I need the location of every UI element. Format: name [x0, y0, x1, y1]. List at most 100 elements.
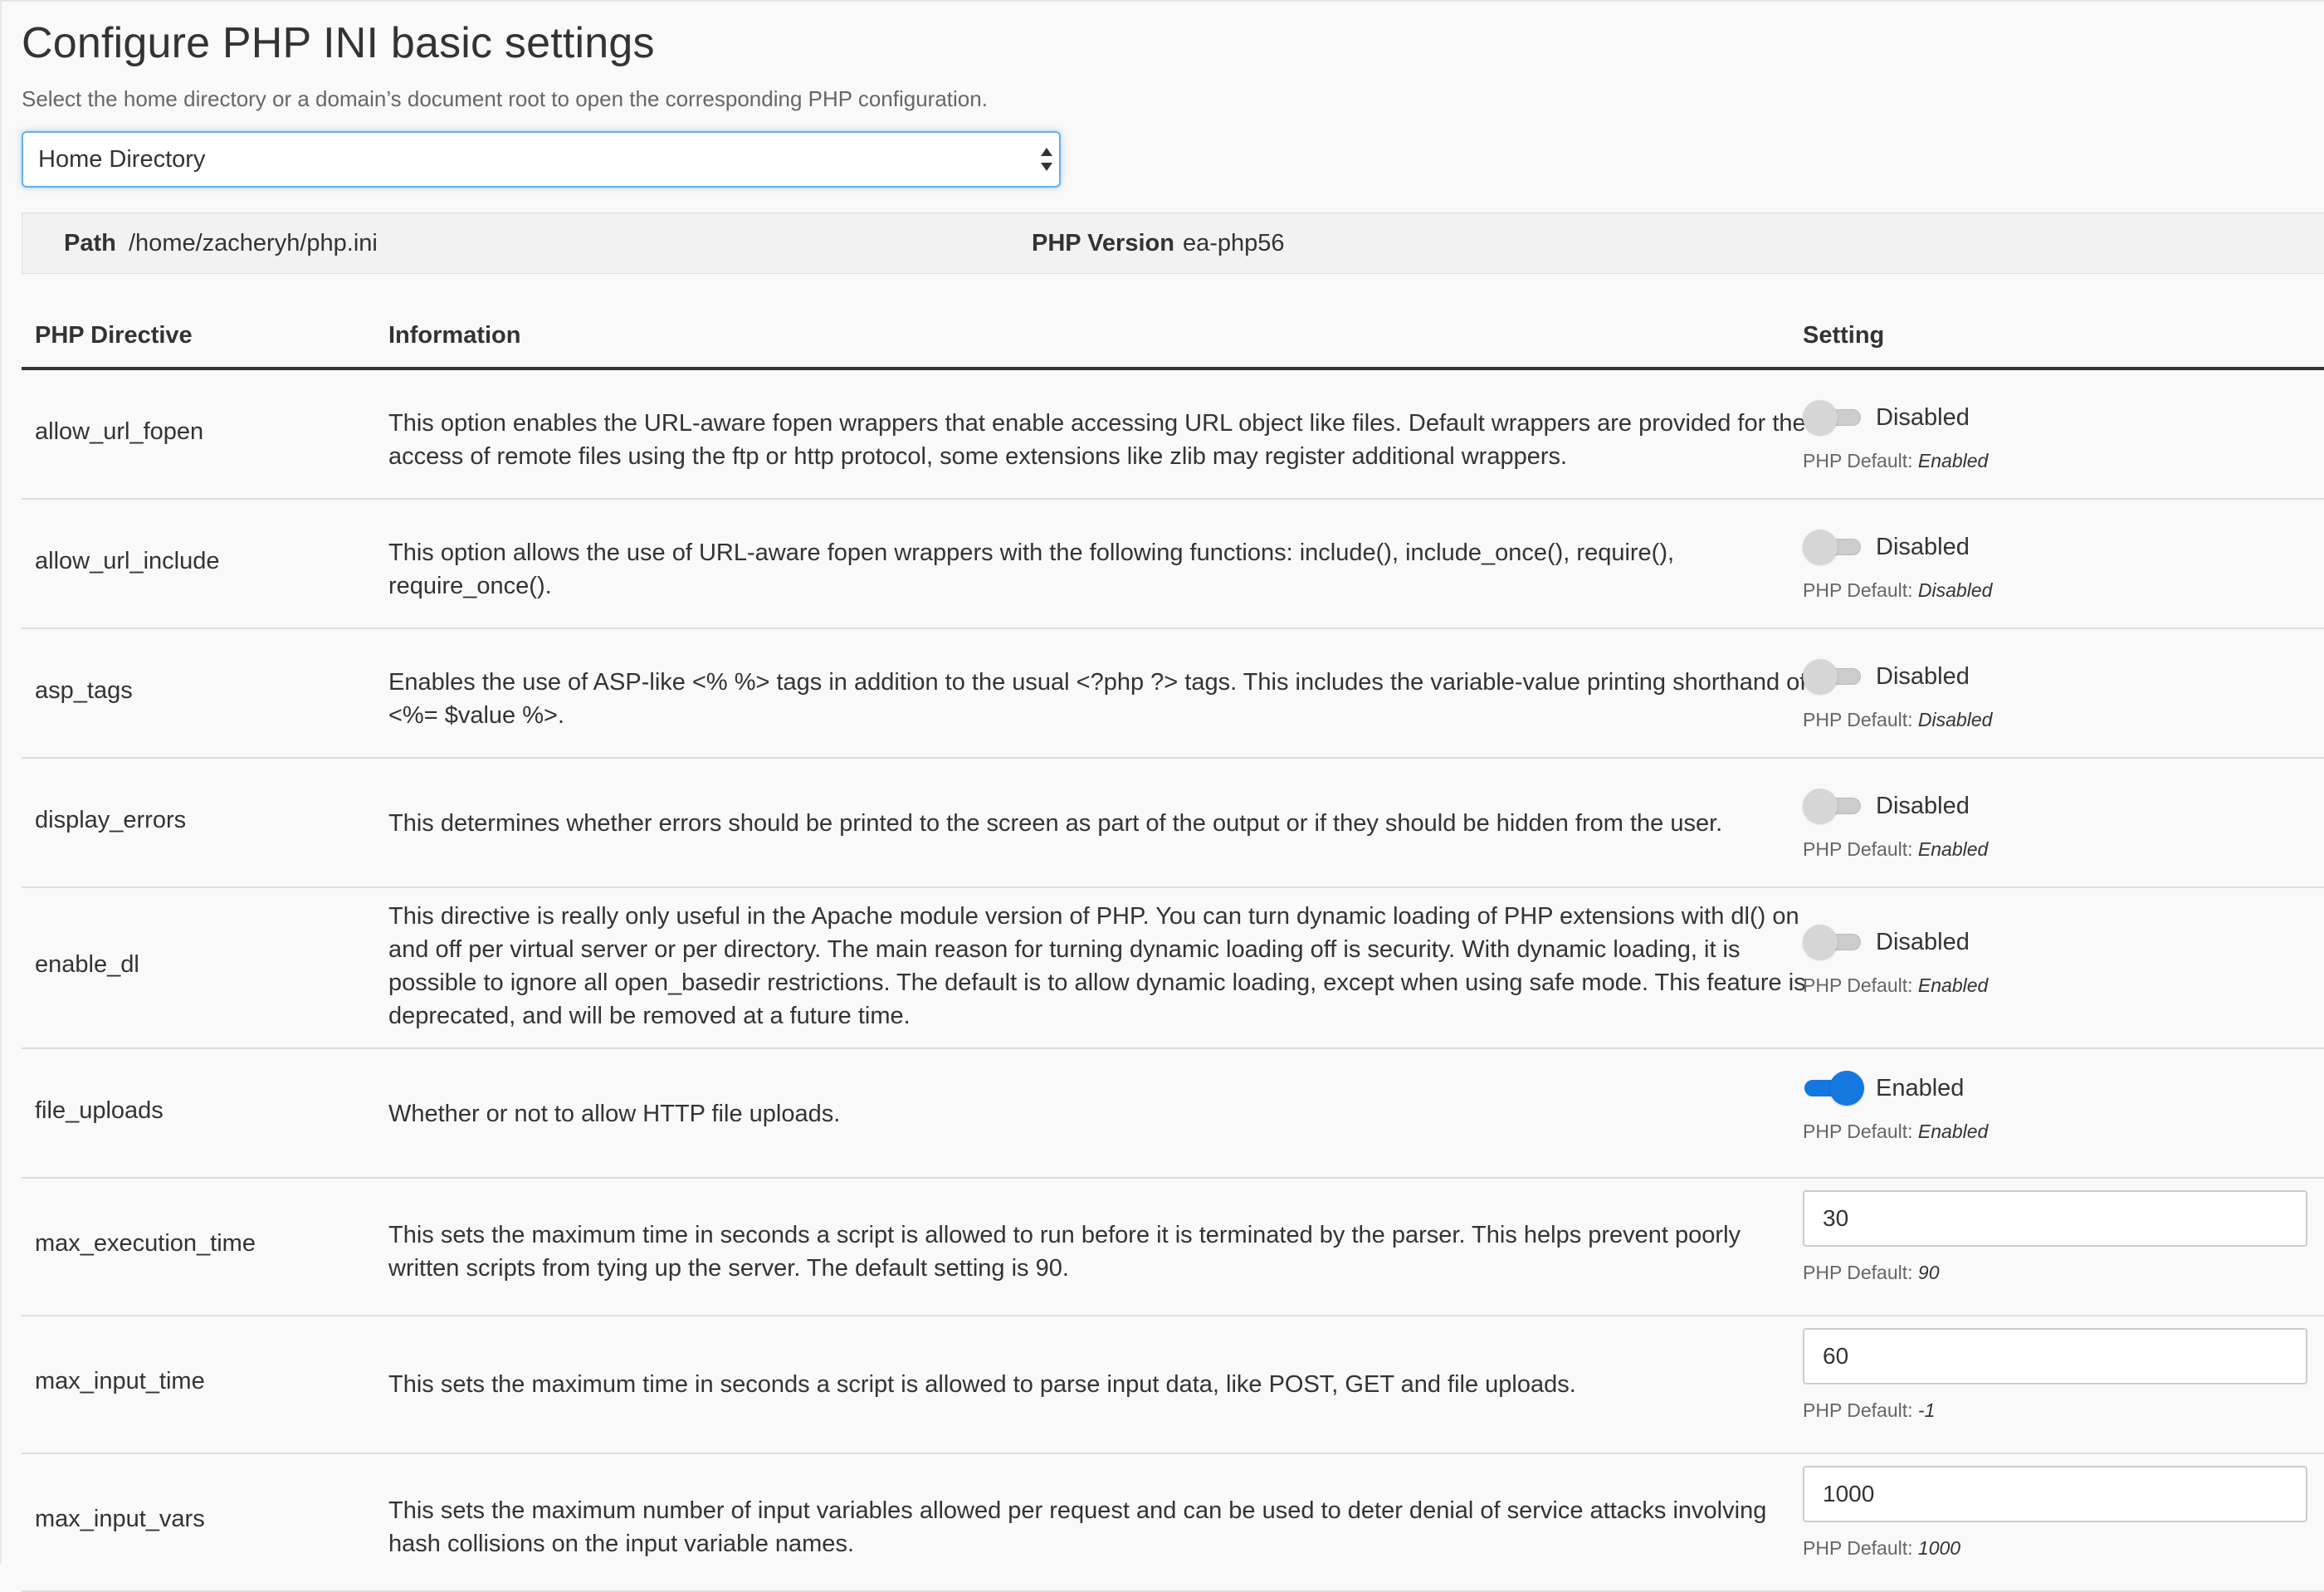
directive-name: file_uploads: [35, 1097, 164, 1124]
php-default-value: Enabled: [1917, 450, 1989, 471]
php-default-note: PHP Default: Enabled: [1803, 974, 2324, 997]
max-input-time-input[interactable]: [1803, 1328, 2307, 1384]
toggle-knob: [1803, 789, 1838, 823]
php-default-value: Disabled: [1917, 579, 1993, 601]
directive-name: display_errors: [35, 807, 187, 833]
toggle-knob: [1803, 400, 1838, 435]
setting-cell: Disabled PHP Default: Enabled: [1803, 400, 2324, 472]
php-version-value: ea-php56: [1183, 230, 1285, 256]
toggle-knob: [1803, 925, 1838, 960]
config-info-bar: Path /home/zacheryh/php.ini PHP Version …: [22, 212, 2324, 274]
directive-information: This sets the maximum time in seconds a …: [388, 1222, 1741, 1282]
directive-name: asp_tags: [35, 677, 133, 704]
table-row: allow_url_include This option allows the …: [22, 500, 2324, 629]
table-body: allow_url_fopen This option enables the U…: [22, 370, 2324, 1592]
page-description: Select the home directory or a domain’s …: [22, 86, 988, 111]
directive-information: This option allows the use of URL-aware …: [388, 540, 1675, 599]
toggle-state-label: Disabled: [1876, 662, 1970, 690]
toggle-knob: [1803, 659, 1838, 694]
table-row: allow_url_fopen This option enables the U…: [22, 370, 2324, 500]
php-default-label: PHP Default:: [1803, 709, 1913, 730]
php-default-value: Enabled: [1917, 1121, 1989, 1142]
file-uploads-toggle[interactable]: Enabled: [1803, 1071, 2324, 1106]
php-default-value: -1: [1917, 1399, 1936, 1421]
directive-name: enable_dl: [35, 951, 139, 978]
directive-information: Enables the use of ASP-like <% %> tags i…: [388, 669, 1807, 729]
setting-cell: PHP Default: -1: [1803, 1328, 2324, 1422]
php-default-value: Enabled: [1917, 974, 1989, 996]
php-default-label: PHP Default:: [1803, 1262, 1913, 1283]
directive-information: Whether or not to allow HTTP file upload…: [388, 1101, 841, 1127]
page-title: Configure PHP INI basic settings: [22, 19, 655, 67]
header-information: Information: [388, 322, 521, 349]
php-default-label: PHP Default:: [1803, 1399, 1913, 1421]
toggle-knob: [1829, 1071, 1864, 1106]
enable-dl-toggle[interactable]: Disabled: [1803, 925, 2324, 960]
php-default-note: PHP Default: 90: [1803, 1262, 2324, 1284]
path-label: Path: [64, 230, 116, 256]
setting-cell: Disabled PHP Default: Disabled: [1803, 659, 2324, 731]
header-setting: Setting: [1803, 322, 1885, 349]
max-execution-time-input[interactable]: [1803, 1190, 2307, 1247]
location-select[interactable]: Home Directory: [22, 131, 1061, 188]
php-default-note: PHP Default: Disabled: [1803, 579, 2324, 602]
php-default-label: PHP Default:: [1803, 838, 1913, 860]
directive-name: max_execution_time: [35, 1230, 256, 1257]
php-default-label: PHP Default:: [1803, 974, 1913, 996]
table-row: file_uploads Whether or not to allow HTTP…: [22, 1049, 2324, 1179]
php-default-note: PHP Default: Disabled: [1803, 709, 2324, 731]
table-row: display_errors This determines whether er…: [22, 759, 2324, 888]
setting-cell: Enabled PHP Default: Enabled: [1803, 1071, 2324, 1143]
top-border: [0, 0, 2324, 2]
directive-information: This determines whether errors should be…: [388, 810, 1723, 837]
php-directives-table: PHP Directive Information Setting allow_…: [22, 302, 2324, 1592]
allow-url-fopen-toggle[interactable]: Disabled: [1803, 400, 2324, 435]
max-input-vars-input[interactable]: [1803, 1466, 2307, 1522]
table-header: PHP Directive Information Setting: [22, 302, 2324, 370]
php-default-note: PHP Default: 1000: [1803, 1537, 2324, 1560]
left-border: [0, 0, 2, 1564]
setting-cell: PHP Default: 90: [1803, 1190, 2324, 1284]
php-version-label: PHP Version: [1032, 230, 1174, 256]
setting-cell: PHP Default: 1000: [1803, 1466, 2324, 1560]
table-row: max_input_time This sets the maximum time…: [22, 1316, 2324, 1454]
toggle-switch[interactable]: [1803, 659, 1864, 694]
setting-cell: Disabled PHP Default: Disabled: [1803, 530, 2324, 602]
php-default-note: PHP Default: Enabled: [1803, 450, 2324, 472]
select-arrows-icon: [1041, 146, 1052, 173]
allow-url-include-toggle[interactable]: Disabled: [1803, 530, 2324, 564]
php-default-value: 1000: [1917, 1537, 1961, 1559]
toggle-state-label: Enabled: [1876, 1074, 1965, 1101]
table-row: max_input_vars This sets the maximum numb…: [22, 1454, 2324, 1592]
directive-name: max_input_time: [35, 1368, 205, 1394]
toggle-state-label: Disabled: [1876, 792, 1970, 819]
path-value: /home/zacheryh/php.ini: [129, 230, 378, 256]
toggle-switch[interactable]: [1803, 1071, 1864, 1106]
directive-name: allow_url_include: [35, 548, 220, 574]
table-row: enable_dl This directive is really only u…: [22, 888, 2324, 1049]
location-select-value: Home Directory: [38, 145, 206, 173]
toggle-switch[interactable]: [1803, 530, 1864, 564]
php-default-value: Disabled: [1917, 709, 1993, 730]
php-default-note: PHP Default: -1: [1803, 1399, 2324, 1422]
table-row: max_execution_time This sets the maximum …: [22, 1179, 2324, 1316]
directive-information: This directive is really only useful in …: [388, 903, 1806, 1029]
directive-information: This option enables the URL-aware fopen …: [388, 410, 1806, 470]
php-default-value: Enabled: [1917, 838, 1989, 860]
php-default-note: PHP Default: Enabled: [1803, 838, 2324, 861]
php-default-label: PHP Default:: [1803, 450, 1913, 471]
toggle-switch[interactable]: [1803, 789, 1864, 823]
toggle-knob: [1803, 530, 1838, 564]
setting-cell: Disabled PHP Default: Enabled: [1803, 789, 2324, 861]
toggle-switch[interactable]: [1803, 925, 1864, 960]
php-default-label: PHP Default:: [1803, 1121, 1913, 1142]
toggle-switch[interactable]: [1803, 400, 1864, 435]
directive-name: allow_url_fopen: [35, 418, 204, 445]
display-errors-toggle[interactable]: Disabled: [1803, 789, 2324, 823]
directive-information: This sets the maximum number of input va…: [388, 1497, 1767, 1557]
asp-tags-toggle[interactable]: Disabled: [1803, 659, 2324, 694]
setting-cell: Disabled PHP Default: Enabled: [1803, 925, 2324, 997]
directive-name: max_input_vars: [35, 1506, 205, 1532]
toggle-state-label: Disabled: [1876, 533, 1970, 560]
php-default-label: PHP Default:: [1803, 579, 1913, 601]
